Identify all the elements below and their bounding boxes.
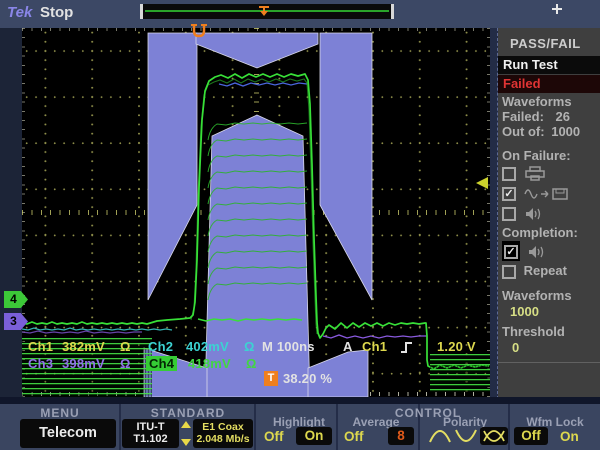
threshold-setting-value[interactable]: 0 bbox=[512, 340, 519, 355]
bottom-separator bbox=[0, 397, 600, 404]
ch2-readout-value: 402mV bbox=[186, 339, 229, 354]
e1-line2: 2.048 Mb/s bbox=[193, 433, 253, 445]
out-of-line: Out of: 1000 bbox=[502, 124, 580, 139]
ch1-readout-unit: Ω bbox=[120, 339, 131, 354]
ch2-readout-label: Ch2 bbox=[148, 339, 173, 354]
timebase-readout: M 100ns bbox=[262, 339, 315, 354]
out-of-value: 1000 bbox=[551, 124, 580, 139]
speaker-icon bbox=[525, 207, 541, 221]
knob-arrows-icon bbox=[181, 421, 191, 446]
ch3-readout-unit: Ω bbox=[120, 356, 131, 371]
e1-coax-button[interactable]: E1 Coax 2.048 Mb/s bbox=[193, 419, 253, 448]
failed-label: Failed: bbox=[502, 109, 544, 124]
record-view-bar[interactable] bbox=[140, 4, 394, 19]
tek-logo: Tek bbox=[7, 4, 32, 21]
polarity-both-option[interactable] bbox=[480, 427, 508, 445]
print-checkbox[interactable] bbox=[502, 167, 516, 181]
ch2-readout-unit: Ω bbox=[244, 339, 255, 354]
ch2-baseline-trace bbox=[22, 328, 172, 330]
trigger-position-badge: T bbox=[264, 371, 278, 386]
beep-checkbox[interactable] bbox=[502, 207, 516, 221]
average-count-option[interactable]: 8 bbox=[388, 427, 414, 445]
bottom-menu-bar: MENU STANDARD CONTROL Telecom ITU-T T1.1… bbox=[0, 404, 600, 450]
highlight-on-option[interactable]: On bbox=[296, 427, 332, 445]
completion-label: Completion: bbox=[502, 225, 578, 240]
ch3-readout-value: 398mV bbox=[62, 356, 105, 371]
speaker-icon bbox=[528, 245, 544, 259]
itut-line1: ITU-T bbox=[122, 419, 179, 433]
ch3-right-baseline-trace bbox=[323, 335, 427, 338]
save-waveform-checkbox[interactable]: ✓ bbox=[502, 187, 516, 201]
trigger-source-readout: Ch1 bbox=[362, 339, 387, 354]
panel-divider bbox=[498, 362, 600, 363]
test-status-failed: Failed bbox=[498, 75, 600, 93]
wfm-lock-off-option[interactable]: Off bbox=[514, 427, 548, 445]
polarity-positive-icon[interactable] bbox=[428, 428, 452, 444]
itut-line2: T1.102 bbox=[122, 433, 179, 445]
waveforms-failed-line2: Failed: 26 bbox=[502, 109, 570, 124]
completion-beep-checkbox[interactable]: ✓ bbox=[504, 245, 518, 259]
repeat-row[interactable]: Repeat bbox=[502, 263, 567, 279]
ch4-readout-unit: Ω bbox=[246, 356, 257, 371]
on-failure-print-row[interactable] bbox=[502, 165, 545, 181]
printer-icon bbox=[525, 166, 545, 181]
ch4-marker-label: 4 bbox=[10, 292, 17, 306]
ch4-readout-value: 418mV bbox=[188, 356, 231, 371]
trigger-level-readout: 1.20 V bbox=[437, 339, 476, 354]
acquisition-status: Stop bbox=[40, 4, 73, 21]
repeat-checkbox[interactable] bbox=[502, 265, 516, 279]
highlight-off-option[interactable]: Off bbox=[264, 429, 284, 444]
ch1-readout-label: Ch1 bbox=[28, 339, 53, 354]
right-noise-band bbox=[430, 354, 490, 392]
polarity-negative-icon[interactable] bbox=[454, 428, 478, 444]
on-failure-save-row[interactable]: ✓ bbox=[502, 185, 570, 201]
oscilloscope-screen: Tek Stop bbox=[0, 0, 600, 450]
record-right-bracket bbox=[391, 4, 394, 19]
ch4-readout-label: Ch4 bbox=[146, 356, 177, 371]
save-waveform-icon bbox=[524, 187, 570, 201]
waveforms-setting-value[interactable]: 1000 bbox=[510, 304, 539, 319]
panel-title: PASS/FAIL bbox=[510, 36, 581, 51]
panel-gutter bbox=[490, 28, 498, 404]
trigger-level-arrow-icon[interactable] bbox=[476, 177, 488, 189]
average-off-option[interactable]: Off bbox=[344, 429, 364, 444]
wfm-lock-on-option[interactable]: On bbox=[560, 429, 579, 444]
trigger-position-icon[interactable] bbox=[190, 22, 208, 40]
on-failure-beep-row[interactable] bbox=[502, 205, 541, 221]
on-failure-label: On Failure: bbox=[502, 148, 571, 163]
ch3-readout-label: Ch3 bbox=[28, 356, 53, 371]
polarity-both-icon bbox=[482, 428, 506, 444]
e1-line1: E1 Coax bbox=[193, 419, 253, 433]
out-of-label: Out of: bbox=[502, 124, 545, 139]
threshold-setting-label: Threshold bbox=[502, 324, 565, 339]
trigger-marker-icon[interactable] bbox=[258, 5, 270, 18]
standard-section-header: STANDARD bbox=[120, 406, 256, 419]
pass-fail-panel: PASS/FAIL Run Test Failed Waveforms Fail… bbox=[498, 28, 600, 404]
ch-blue-top-trace bbox=[219, 83, 307, 86]
ch1-readout-value: 382mV bbox=[62, 339, 105, 354]
itut-standard-button[interactable]: ITU-T T1.102 bbox=[122, 419, 179, 448]
completion-beep-row[interactable]: ✓ bbox=[502, 241, 544, 261]
top-status-bar: Tek Stop bbox=[0, 0, 600, 28]
run-test-button[interactable]: Run Test bbox=[498, 56, 600, 74]
repeat-label: Repeat bbox=[524, 263, 567, 278]
waveforms-failed-line1: Waveforms bbox=[502, 94, 572, 109]
waveforms-setting-label: Waveforms bbox=[502, 288, 572, 303]
pulse-mask-polygons bbox=[144, 33, 372, 397]
telecom-button[interactable]: Telecom bbox=[20, 419, 116, 448]
trigger-mode-readout: A bbox=[343, 339, 353, 354]
completion-beep-highlight[interactable]: ✓ bbox=[502, 241, 520, 261]
menu-section-header: MENU bbox=[0, 406, 120, 419]
record-left-bracket bbox=[140, 4, 143, 19]
pointer-cross-icon bbox=[552, 4, 562, 14]
ch3-left-baseline-trace bbox=[22, 331, 142, 333]
ch3-marker-label: 3 bbox=[10, 314, 17, 328]
failed-count: 26 bbox=[556, 109, 570, 124]
rising-edge-icon bbox=[400, 341, 414, 354]
trigger-position-readout: 38.20 % bbox=[283, 371, 332, 386]
